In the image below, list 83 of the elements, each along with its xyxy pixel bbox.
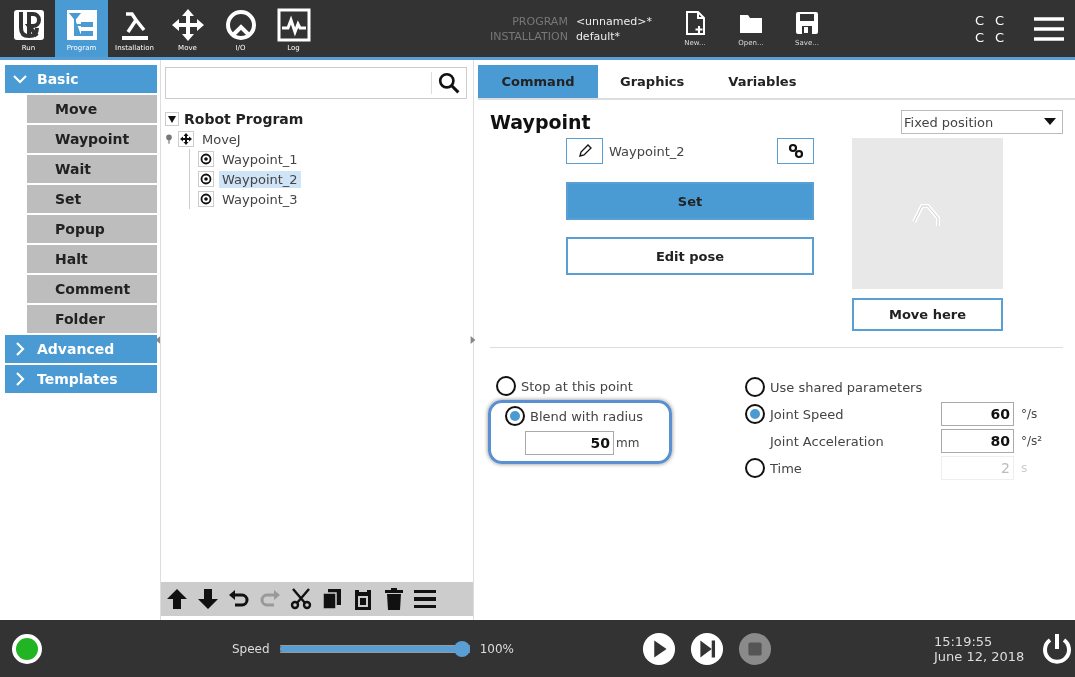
dropdown-arrow-icon: [1044, 118, 1056, 126]
panel-title: Waypoint: [490, 111, 591, 133]
waypoint-name: Waypoint_2: [609, 143, 685, 159]
sidebar-item[interactable]: Waypoint: [27, 125, 157, 153]
radio-label: Stop at this point: [521, 378, 633, 394]
collapse-handle-icon[interactable]: [469, 334, 477, 346]
triangle-down-icon[interactable]: [165, 112, 179, 126]
chevron-down-icon: [13, 72, 27, 86]
tree-node[interactable]: Waypoint_2: [219, 170, 301, 188]
waypoint-icon: [198, 151, 214, 167]
collapse-handle-icon[interactable]: [154, 334, 162, 346]
radio-button[interactable]: [745, 377, 765, 397]
parameter-field[interactable]: 60: [941, 402, 1014, 426]
parameter-label: Joint Acceleration: [770, 433, 885, 449]
log-icon: [276, 7, 311, 42]
parameter-field: 2: [941, 456, 1014, 480]
up-icon[interactable]: [165, 587, 189, 611]
pin-icon: [165, 133, 173, 145]
save-icon: [793, 10, 820, 36]
copy-icon[interactable]: [320, 587, 344, 611]
sidebar-item[interactable]: Halt: [27, 245, 157, 273]
program-name: <unnamed>*: [575, 14, 652, 28]
sidebar-item[interactable]: Move: [27, 95, 157, 123]
radio-button[interactable]: [505, 406, 525, 426]
link-button[interactable]: [777, 138, 814, 164]
edit-pose-button[interactable]: Edit pose: [566, 237, 814, 275]
clock-date: June 12, 2018: [933, 648, 1025, 664]
radius-field[interactable]: 50: [525, 431, 614, 455]
tree-node[interactable]: Waypoint_1: [219, 150, 301, 168]
status-letter: C: [995, 29, 1006, 45]
status-letter: C: [975, 12, 986, 28]
sidebar-item[interactable]: Folder: [27, 305, 157, 333]
chevron-right-icon: [13, 372, 27, 386]
delete-icon[interactable]: [382, 587, 406, 611]
clock-time: 15:19:55: [933, 633, 994, 649]
parameter-label: Use shared parameters: [770, 379, 924, 395]
rename-button[interactable]: [566, 138, 603, 164]
down-icon[interactable]: [196, 587, 220, 611]
installation-label: INSTALLATION: [490, 29, 568, 43]
status-dot[interactable]: [12, 633, 42, 664]
run-icon: [11, 7, 46, 42]
sidebar-item[interactable]: Set: [27, 185, 157, 213]
parameter-label: Time: [770, 460, 803, 476]
status-letter: C: [975, 29, 986, 45]
tree-root[interactable]: Robot Program: [184, 111, 304, 127]
speed-label: Speed: [232, 641, 270, 656]
io-icon: [223, 7, 258, 42]
unit-label: °/s²: [1021, 434, 1043, 448]
tree-node[interactable]: MoveJ: [199, 130, 244, 148]
radio-button[interactable]: [745, 404, 765, 424]
search-field[interactable]: [165, 67, 467, 99]
parameter-label: Joint Speed: [770, 406, 845, 422]
cut-icon[interactable]: [289, 587, 313, 611]
radio-button[interactable]: [496, 376, 516, 396]
move-icon: [178, 131, 194, 147]
menu-icon[interactable]: [1033, 15, 1065, 42]
position-dropdown[interactable]: Fixed position: [901, 110, 1063, 134]
tree-node[interactable]: Waypoint_3: [219, 190, 301, 208]
unit-label: °/s: [1021, 407, 1038, 421]
step-icon[interactable]: [689, 631, 724, 666]
pencil-icon: [576, 143, 593, 159]
play-icon[interactable]: [641, 631, 676, 666]
status-letter: C: [995, 12, 1006, 28]
program-icon: [64, 7, 99, 42]
unit-label: mm: [616, 436, 640, 450]
link-icon: [787, 143, 804, 159]
chevron-right-icon: [13, 342, 27, 356]
radio-label: Blend with radius: [530, 408, 644, 424]
sidebar-item[interactable]: Comment: [27, 275, 157, 303]
waypoint-icon: [198, 191, 214, 207]
program-label: PROGRAM: [511, 14, 568, 28]
slider-thumb[interactable]: [453, 640, 470, 657]
parameter-field[interactable]: 80: [941, 429, 1014, 453]
suppress-icon[interactable]: [413, 587, 437, 611]
installation-name: default*: [575, 29, 622, 43]
sidebar-item[interactable]: Wait: [27, 155, 157, 183]
tab[interactable]: Command: [478, 65, 598, 98]
move-icon: [170, 7, 205, 42]
speed-reading: 100%: [479, 641, 514, 656]
waypoint-icon: [198, 171, 214, 187]
move-here-button[interactable]: Move here: [852, 298, 1003, 331]
sidebar-item[interactable]: Popup: [27, 215, 157, 243]
set-button[interactable]: Set: [566, 182, 814, 220]
